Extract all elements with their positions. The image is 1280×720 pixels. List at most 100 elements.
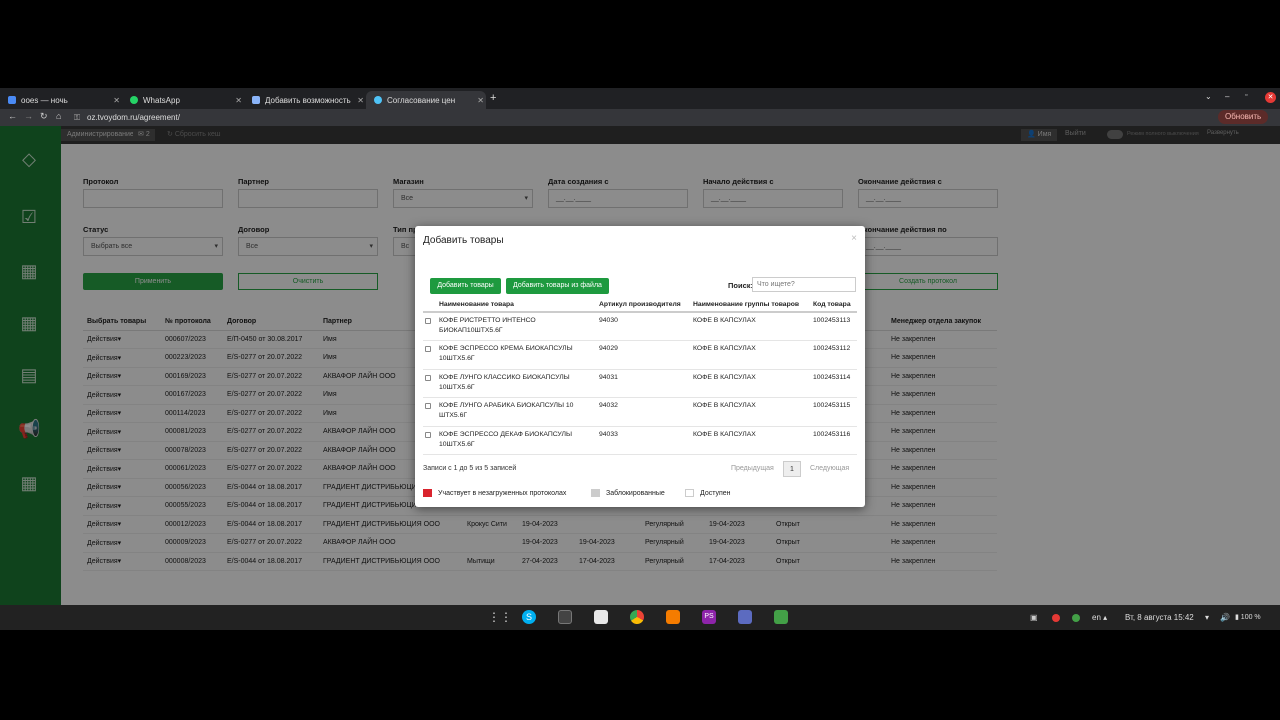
table-cell: 94033 — [597, 426, 691, 455]
status-icon[interactable] — [1072, 614, 1080, 622]
table-cell: 1002453115 — [811, 397, 857, 427]
close-icon[interactable]: ✕ — [357, 96, 364, 105]
whatsapp-icon — [130, 96, 138, 104]
grey-square-icon — [591, 489, 600, 497]
tab-add-feature[interactable]: Добавить возможность ✕ — [244, 91, 366, 109]
web-page: ◇ ☑ ▦ ▦ ▤ 📢 ▦ Администрирование ✉ 2 ↻ Сб… — [0, 126, 1280, 605]
back-icon[interactable]: ← — [8, 111, 17, 121]
tab-label: WhatsApp — [143, 95, 180, 105]
url-input[interactable]: ⚿ oz.tvoydom.ru/agreement/ — [70, 111, 1030, 124]
table-cell: 1002453113 — [811, 312, 857, 341]
battery-indicator[interactable]: ▮ 100 % — [1235, 613, 1261, 621]
tab-label: ooes — ночь — [21, 95, 68, 105]
terminal-icon[interactable] — [558, 610, 572, 624]
page-icon — [252, 96, 260, 104]
legend-item: Заблокированные — [591, 489, 665, 497]
skype-icon[interactable]: S — [522, 610, 536, 624]
page-number-button[interactable]: 1 — [783, 461, 801, 477]
next-page-button[interactable]: Следующая — [810, 461, 849, 477]
product-row[interactable]: КОФЕ ЛУНГО АРАБИКА БИОКАПСУЛЫ 10 ШТХ5.6Г… — [423, 397, 857, 427]
add-from-file-button[interactable]: Добавить товары из файла — [506, 278, 609, 294]
close-window-icon[interactable]: ✕ — [1265, 92, 1276, 103]
tab-price-agreement[interactable]: Согласование цен ✕ — [366, 91, 486, 109]
wifi-icon[interactable]: ▾ — [1205, 613, 1209, 622]
minimize-icon[interactable]: – — [1225, 92, 1229, 101]
close-icon[interactable]: ✕ — [235, 96, 242, 105]
search-input[interactable]: Что ищете? — [752, 277, 856, 292]
forward-icon[interactable]: → — [24, 111, 33, 121]
table-cell: 1002453114 — [811, 369, 857, 398]
spreadsheet-icon[interactable] — [774, 610, 788, 624]
table-cell: КОФЕ В КАПСУЛАХ — [691, 397, 811, 427]
update-button[interactable]: Обновить — [1218, 110, 1269, 124]
restore-icon[interactable]: ▫ — [1245, 92, 1247, 99]
table-cell: 94032 — [597, 397, 691, 427]
table-cell: КОФЕ В КАПСУЛАХ — [691, 340, 811, 370]
browser-address-bar: ← → ↻ ⌂ ⚿ oz.tvoydom.ru/agreement/ Обнов… — [0, 109, 1280, 126]
add-products-button[interactable]: Добавить товары — [430, 278, 501, 294]
record-icon[interactable] — [1052, 614, 1060, 622]
close-icon[interactable]: × — [851, 233, 857, 244]
legend-item: Доступен — [685, 489, 731, 497]
column-header[interactable]: Наименование группы товаров — [691, 298, 811, 313]
row-checkbox[interactable] — [425, 346, 431, 352]
close-icon[interactable]: ✕ — [113, 96, 120, 105]
globe-icon — [374, 96, 382, 104]
home-icon[interactable]: ⌂ — [56, 111, 61, 121]
tab-whatsapp[interactable]: WhatsApp ✕ — [122, 91, 244, 109]
phpstorm-icon[interactable]: PS — [702, 610, 716, 624]
table-header-row: Наименование товара Артикул производител… — [423, 298, 857, 313]
column-header[interactable]: Наименование товара — [437, 298, 597, 313]
modal-title: Добавить товары — [423, 235, 504, 246]
sublime-icon[interactable] — [666, 610, 680, 624]
product-row[interactable]: КОФЕ ЭСПРЕССО ДЕКАФ БИОКАПСУЛЫ 10ШТХ5.6Г… — [423, 426, 857, 455]
taskbar: ⋮⋮ S PS ▣ en ▴ Вт, 8 августа 15:42 ▾ 🔊 ▮… — [0, 605, 1280, 630]
red-square-icon — [423, 489, 432, 497]
doc-icon — [8, 96, 16, 104]
table-cell: КОФЕ РИСТРЕТТО ИНТЕНСО БИОКАП10ШТХ5.6Г — [437, 312, 597, 341]
add-products-modal: Добавить товары × Добавить товары Добави… — [415, 226, 865, 507]
row-checkbox-cell — [423, 340, 437, 370]
close-icon[interactable]: ✕ — [477, 96, 484, 105]
row-checkbox-cell — [423, 312, 437, 341]
product-row[interactable]: КОФЕ ЛУНГО КЛАССИКО БИОКАПСУЛЫ 10ШТХ5.6Г… — [423, 369, 857, 398]
remmina-icon[interactable] — [738, 610, 752, 624]
white-square-icon — [685, 489, 694, 497]
chrome-icon[interactable] — [630, 610, 644, 624]
row-checkbox[interactable] — [425, 403, 431, 409]
row-checkbox-cell — [423, 397, 437, 427]
search-label: Поиск: — [728, 281, 754, 290]
table-info: Записи с 1 до 5 из 5 записей — [423, 465, 517, 472]
reload-icon[interactable]: ↻ — [40, 111, 48, 122]
clock[interactable]: Вт, 8 августа 15:42 — [1125, 613, 1194, 622]
table-cell: 94029 — [597, 340, 691, 370]
chevron-down-icon[interactable]: ⌄ — [1205, 92, 1212, 101]
product-row[interactable]: КОФЕ ЭСПРЕССО КРЕМА БИОКАПСУЛЫ 10ШТХ5.6Г… — [423, 340, 857, 370]
app-grid-icon[interactable]: ⋮⋮ — [488, 610, 512, 624]
language-indicator[interactable]: en ▴ — [1092, 613, 1107, 622]
column-header[interactable]: Код товара — [811, 298, 857, 313]
volume-icon[interactable]: 🔊 — [1220, 613, 1230, 622]
row-checkbox[interactable] — [425, 374, 431, 381]
prev-page-button[interactable]: Предыдущая — [731, 461, 774, 477]
product-row[interactable]: КОФЕ РИСТРЕТТО ИНТЕНСО БИОКАП10ШТХ5.6Г 94… — [423, 312, 857, 341]
files-icon[interactable] — [594, 610, 608, 624]
table-cell: КОФЕ В КАПСУЛАХ — [691, 426, 811, 455]
tab-label: Согласование цен — [387, 95, 456, 105]
table-cell: КОФЕ В КАПСУЛАХ — [691, 312, 811, 341]
row-checkbox[interactable] — [425, 431, 431, 438]
table-cell: 94030 — [597, 312, 691, 341]
tab-label: Добавить возможность — [265, 95, 351, 105]
column-header[interactable]: Артикул производителя — [597, 298, 691, 313]
table-cell: КОФЕ ЭСПРЕССО ДЕКАФ БИОКАПСУЛЫ 10ШТХ5.6Г — [437, 426, 597, 455]
products-table: Наименование товара Артикул производител… — [423, 298, 857, 455]
table-cell: 94031 — [597, 369, 691, 398]
row-checkbox[interactable] — [425, 318, 431, 324]
tab-ooes[interactable]: ooes — ночь ✕ — [0, 91, 122, 109]
table-cell: 1002453112 — [811, 340, 857, 370]
new-tab-icon[interactable]: + — [490, 92, 496, 104]
row-checkbox-cell — [423, 369, 437, 398]
legend-item: Участвует в незагруженных протоколах — [423, 489, 566, 497]
table-cell: КОФЕ ЛУНГО КЛАССИКО БИОКАПСУЛЫ 10ШТХ5.6Г — [437, 369, 597, 398]
screen-icon[interactable]: ▣ — [1030, 613, 1038, 622]
